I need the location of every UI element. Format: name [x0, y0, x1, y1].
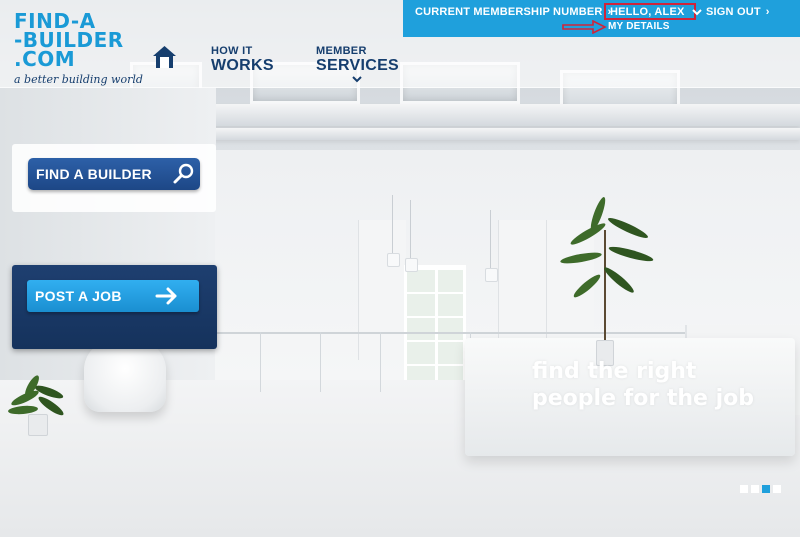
my-details-link[interactable]: MY DETAILS — [608, 21, 670, 32]
nav-home-button[interactable] — [152, 45, 177, 69]
wall-cabinet — [358, 220, 406, 360]
slide-pager — [740, 485, 781, 493]
pendant-light — [485, 210, 498, 282]
armchair — [84, 340, 166, 412]
nav-how-it-works-big: WORKS — [211, 57, 274, 74]
rail-post — [260, 332, 261, 392]
hero-headline: find the right people for the job — [532, 359, 755, 411]
nav-how-it-works[interactable]: HOW IT WORKS — [211, 45, 274, 74]
slide-dot-3[interactable] — [762, 485, 770, 493]
sign-out-link[interactable]: SIGN OUT › — [706, 6, 770, 18]
plant-large — [559, 195, 660, 366]
find-a-builder-button[interactable]: FIND A BUILDER — [28, 158, 200, 190]
pendant-light — [405, 200, 418, 272]
post-a-job-button[interactable]: POST A JOB — [27, 280, 199, 312]
rail-post — [320, 332, 321, 392]
pendant-light — [387, 195, 400, 267]
plant-small — [6, 373, 72, 440]
hello-user-menu[interactable]: HELLO, ALEX — [610, 6, 702, 18]
slide-dot-1[interactable] — [740, 485, 748, 493]
site-logo[interactable]: FIND-A -BUILDER .COM a better building w… — [14, 11, 143, 86]
chevron-right-icon: › — [765, 6, 770, 18]
membership-number-label: CURRENT MEMBERSHIP NUMBER — [415, 6, 603, 18]
membership-number-link[interactable]: CURRENT MEMBERSHIP NUMBER › — [415, 6, 611, 18]
logo-tagline: a better building world — [14, 73, 143, 86]
sign-out-label: SIGN OUT — [706, 6, 761, 18]
arrow-right-icon — [155, 287, 177, 305]
red-arrow-annotation — [562, 20, 607, 34]
nav-member-services-big: SERVICES — [316, 57, 400, 74]
logo-line-3: .COM — [14, 47, 76, 71]
nav-member-services[interactable]: MEMBER SERVICES — [316, 45, 400, 83]
slide-dot-2[interactable] — [751, 485, 759, 493]
chevron-down-icon — [692, 8, 702, 16]
hello-user-label: HELLO, ALEX — [610, 6, 685, 18]
nav-how-it-works-small: HOW IT — [211, 45, 253, 57]
slide-dot-4[interactable] — [773, 485, 781, 493]
chevron-down-icon — [352, 76, 362, 83]
rail-post — [380, 332, 381, 392]
magnifier-icon — [173, 163, 194, 184]
nav-member-services-small: MEMBER — [316, 45, 367, 57]
find-a-builder-label: FIND A BUILDER — [36, 166, 152, 182]
home-icon — [153, 46, 176, 68]
post-a-job-label: POST A JOB — [35, 288, 122, 304]
